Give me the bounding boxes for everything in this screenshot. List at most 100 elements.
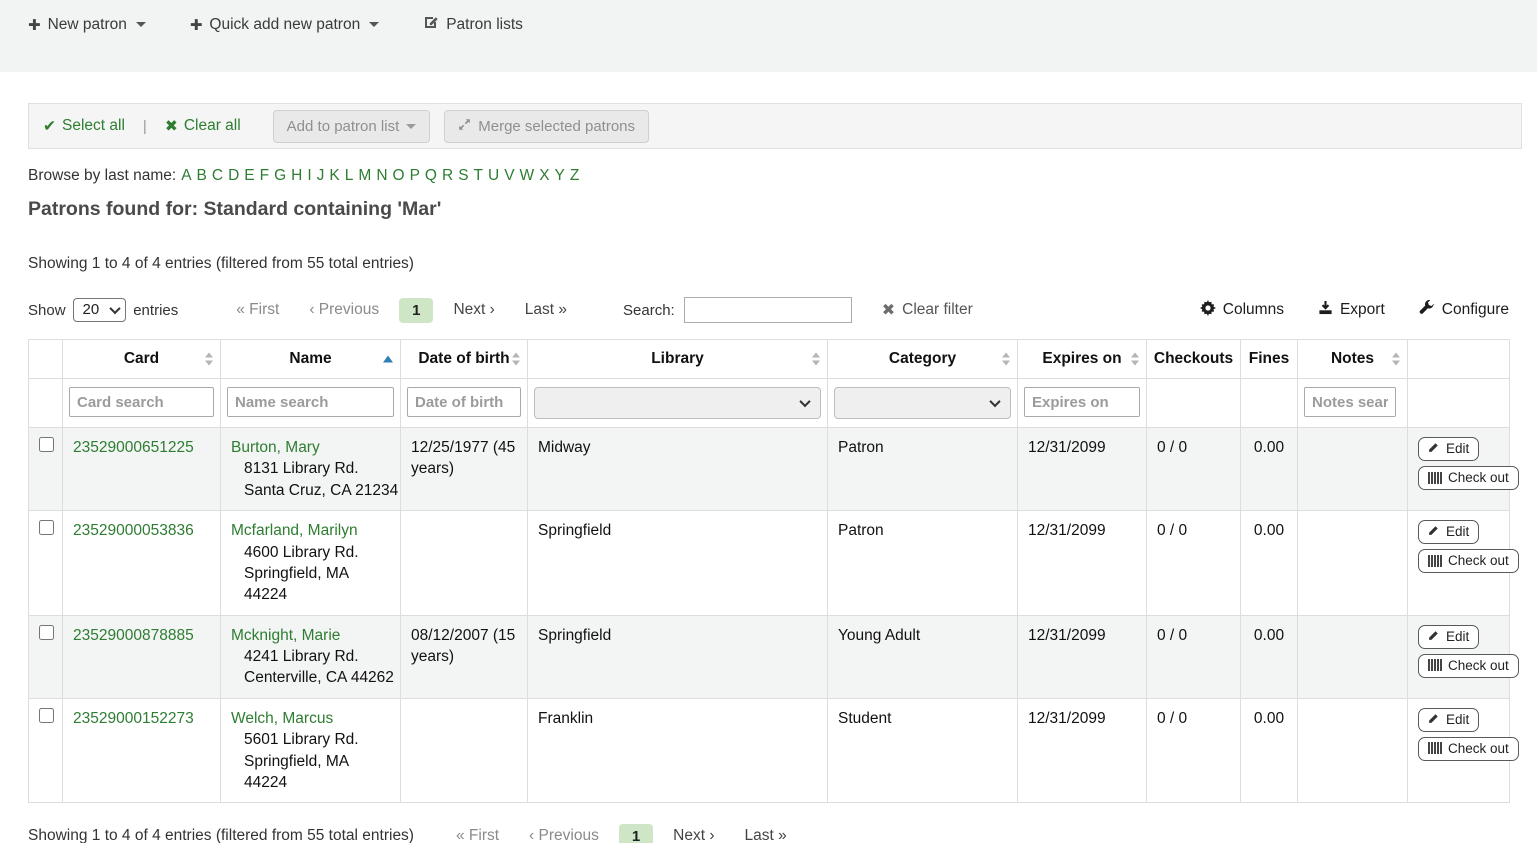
browse-letter-link[interactable]: F: [260, 167, 269, 184]
clear-all-button[interactable]: ✖ Clear all: [165, 117, 241, 136]
edit-button[interactable]: Edit: [1418, 437, 1479, 461]
export-button[interactable]: Export: [1318, 300, 1385, 320]
check-out-label: Check out: [1448, 658, 1509, 673]
previous-page-button[interactable]: ‹ Previous: [519, 823, 609, 843]
check-out-button[interactable]: Check out: [1418, 737, 1519, 761]
address-line: 5601 Library Rd.: [231, 729, 390, 750]
browse-letter-link[interactable]: T: [474, 167, 483, 184]
row-checkbox[interactable]: [39, 625, 54, 640]
clear-all-label: Clear all: [184, 117, 241, 135]
browse-letter-link[interactable]: J: [317, 167, 325, 184]
next-page-button[interactable]: Next ›: [443, 297, 504, 323]
merge-selected-patrons-button[interactable]: Merge selected patrons: [444, 110, 649, 143]
check-out-button[interactable]: Check out: [1418, 654, 1519, 678]
row-checkbox[interactable]: [39, 520, 54, 535]
browse-letter-link[interactable]: K: [329, 167, 339, 184]
browse-letter-link[interactable]: V: [504, 167, 514, 184]
edit-button[interactable]: Edit: [1418, 708, 1479, 732]
notes-cell: [1298, 428, 1408, 511]
card-filter-input[interactable]: [69, 387, 214, 417]
browse-letter-link[interactable]: U: [488, 167, 499, 184]
edit-button[interactable]: Edit: [1418, 625, 1479, 649]
browse-letter-link[interactable]: N: [376, 167, 387, 184]
patron-toolbar: ✚ New patron ✚ Quick add new patron Patr…: [28, 14, 1537, 35]
check-out-button[interactable]: Check out: [1418, 466, 1519, 490]
expires-filter-input[interactable]: [1024, 387, 1140, 417]
first-page-button[interactable]: « First: [226, 297, 289, 323]
name-filter-input[interactable]: [227, 387, 394, 417]
row-checkbox[interactable]: [39, 437, 54, 452]
previous-page-button[interactable]: ‹ Previous: [299, 297, 389, 323]
browse-letter-link[interactable]: I: [307, 167, 311, 184]
browse-letter-link[interactable]: R: [442, 167, 453, 184]
entries-per-page-select[interactable]: 20: [73, 298, 127, 322]
check-icon: ✔: [43, 117, 56, 136]
browse-letter-link[interactable]: M: [358, 167, 371, 184]
browse-letter-link[interactable]: Z: [570, 167, 579, 184]
browse-letter-link[interactable]: G: [274, 167, 286, 184]
browse-letter-link[interactable]: S: [458, 167, 468, 184]
browse-letter-link[interactable]: C: [212, 167, 223, 184]
filter-row: [29, 379, 1510, 428]
browse-letter-link[interactable]: A: [181, 167, 191, 184]
browse-letter-link[interactable]: B: [197, 167, 207, 184]
column-header-name[interactable]: Name: [221, 340, 401, 379]
category-filter-select[interactable]: [834, 387, 1011, 419]
card-number-link[interactable]: 23529000651225: [73, 439, 194, 456]
browse-letter-link[interactable]: E: [244, 167, 254, 184]
current-page-button[interactable]: 1: [399, 298, 433, 323]
card-number-link[interactable]: 23529000878885: [73, 627, 194, 644]
expires-header-label: Expires on: [1042, 350, 1121, 367]
row-checkbox[interactable]: [39, 708, 54, 723]
configure-button[interactable]: Configure: [1419, 300, 1509, 321]
results-summary: Showing 1 to 4 of 4 entries (filtered fr…: [28, 255, 1509, 273]
search-input[interactable]: [684, 297, 852, 323]
current-page-button[interactable]: 1: [619, 824, 653, 843]
browse-letter-link[interactable]: Q: [425, 167, 437, 184]
footer-summary: Showing 1 to 4 of 4 entries (filtered fr…: [28, 827, 414, 843]
browse-letter-link[interactable]: W: [520, 167, 535, 184]
browse-letter-link[interactable]: X: [539, 167, 549, 184]
browse-letter-link[interactable]: O: [393, 167, 405, 184]
column-header-expires[interactable]: Expires on: [1018, 340, 1147, 379]
add-to-patron-list-button[interactable]: Add to patron list: [273, 110, 431, 143]
columns-button[interactable]: Columns: [1200, 300, 1284, 321]
patron-name-link[interactable]: Mcknight, Marie: [231, 627, 340, 644]
library-filter-select[interactable]: [534, 387, 821, 419]
patron-lists-button[interactable]: Patron lists: [423, 14, 523, 35]
browse-letter-link[interactable]: L: [345, 167, 354, 184]
plus-icon: ✚: [190, 16, 203, 34]
column-header-notes[interactable]: Notes: [1298, 340, 1408, 379]
edit-button[interactable]: Edit: [1418, 520, 1479, 544]
browse-letter-link[interactable]: P: [410, 167, 420, 184]
clear-filter-button[interactable]: ✖ Clear filter: [882, 300, 973, 320]
dob-filter-input[interactable]: [407, 387, 521, 417]
patron-name-link[interactable]: Burton, Mary: [231, 439, 320, 456]
notes-filter-input[interactable]: [1304, 387, 1396, 417]
column-header-dob[interactable]: Date of birth: [401, 340, 528, 379]
column-header-category[interactable]: Category: [828, 340, 1018, 379]
library-cell: Springfield: [528, 511, 828, 616]
card-number-link[interactable]: 23529000053836: [73, 522, 194, 539]
patron-name-link[interactable]: Welch, Marcus: [231, 710, 333, 727]
last-page-button[interactable]: Last »: [735, 823, 797, 843]
browse-letter-link[interactable]: Y: [555, 167, 565, 184]
header-row: Card Name Date of birth Library Category…: [29, 340, 1510, 379]
quick-add-patron-button[interactable]: ✚ Quick add new patron: [190, 16, 379, 34]
card-number-link[interactable]: 23529000152273: [73, 710, 194, 727]
browse-letter-link[interactable]: H: [291, 167, 302, 184]
table-row: 23529000053836 Mcfarland, Marilyn 4600 L…: [29, 511, 1510, 616]
first-page-button[interactable]: « First: [446, 823, 509, 843]
last-page-button[interactable]: Last »: [515, 297, 577, 323]
new-patron-button[interactable]: ✚ New patron: [28, 16, 146, 34]
browse-letter-link[interactable]: D: [228, 167, 239, 184]
pencil-icon: [1428, 629, 1440, 644]
per-page-value: 20: [83, 301, 100, 318]
select-all-button[interactable]: ✔ Select all: [43, 117, 125, 136]
column-header-library[interactable]: Library: [528, 340, 828, 379]
check-out-button[interactable]: Check out: [1418, 549, 1519, 573]
patron-name-link[interactable]: Mcfarland, Marilyn: [231, 522, 358, 539]
column-header-card[interactable]: Card: [63, 340, 221, 379]
next-page-button[interactable]: Next ›: [663, 823, 724, 843]
browse-label: Browse by last name:: [28, 167, 176, 184]
